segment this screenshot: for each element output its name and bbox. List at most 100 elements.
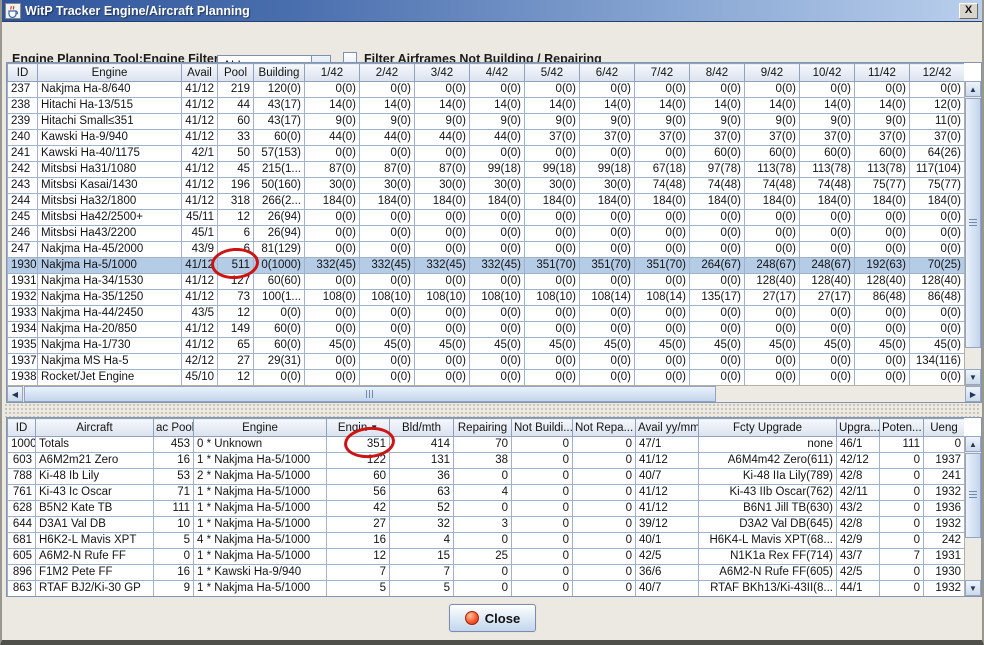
table-row-1000[interactable]: 1000 Totals 453 0 * Unknown 351 414 70 0 0 47/1 no… <box>7 436 964 453</box>
column-header-not-buildi[interactable]: Not Buildi... <box>511 418 573 437</box>
table-row-863[interactable]: 863 RTAF BJ2/Ki-30 GP 9 1 * Nakjma Ha-5/100… <box>7 580 964 596</box>
column-header-2-42[interactable]: 2/42 <box>359 63 415 82</box>
column-header-3-42[interactable]: 3/42 <box>414 63 470 82</box>
cell: 0(0) <box>414 305 470 322</box>
column-header-pool[interactable]: Pool <box>217 63 254 82</box>
column-header-1-42[interactable]: 1/42 <box>304 63 360 82</box>
engine-table-horizontal-scrollbar[interactable]: ◀ ▶ <box>7 385 981 402</box>
cell: 603 <box>7 452 36 469</box>
cell: 0(0) <box>414 81 470 98</box>
column-header-avail-yy-mm[interactable]: Avail yy/mm <box>635 418 699 437</box>
column-header-4-42[interactable]: 4/42 <box>469 63 525 82</box>
cell: 0(0) <box>253 305 305 322</box>
cell: 45(0) <box>579 337 635 354</box>
table-row-237[interactable]: 237 Nakjma Ha-8/640 41/12 219 120(0) 0(0) 0(0)… <box>7 81 964 98</box>
cell: 239 <box>7 113 38 130</box>
cell: 1 * Nakjma Ha-5/1000 <box>193 516 327 533</box>
cell: 0(0) <box>524 273 580 290</box>
column-header-engine[interactable]: Engine <box>37 63 182 82</box>
cell: 0 <box>511 452 573 469</box>
table-row-245[interactable]: 245 Mitsbsi Ha42/2500+ 45/11 12 26(94) 0(0) 0(… <box>7 209 964 226</box>
scroll-right-icon[interactable]: ▶ <box>965 386 981 402</box>
scroll-left-icon[interactable]: ◀ <box>7 386 23 402</box>
table-row-1930[interactable]: 1930 Nakjma Ha-5/1000 41/12 511 0(1000) 332(4… <box>7 257 964 274</box>
column-header-5-42[interactable]: 5/42 <box>524 63 580 82</box>
cell: Ki-48 IIa Lily(789) <box>698 468 837 485</box>
column-header-avail[interactable]: Avail <box>181 63 218 82</box>
column-header-11-42[interactable]: 11/42 <box>854 63 910 82</box>
table-row-238[interactable]: 238 Hitachi Ha-13/515 41/12 44 43(17) 14(0) 14… <box>7 97 964 114</box>
column-header-10-42[interactable]: 10/42 <box>799 63 855 82</box>
column-header-9-42[interactable]: 9/42 <box>744 63 800 82</box>
table-row-896[interactable]: 896 F1M2 Pete FF 16 1 * Kawski Ha-9/940 7 7 0 0… <box>7 564 964 581</box>
cell: 50(160) <box>253 177 305 194</box>
table-row-788[interactable]: 788 Ki-48 Ib Lily 53 2 * Nakjma Ha-5/1000 60… <box>7 468 964 485</box>
table-row-1932[interactable]: 1932 Nakjma Ha-35/1250 41/12 73 100(1... 108(… <box>7 289 964 306</box>
column-header-id[interactable]: ID <box>7 418 36 437</box>
cell: 0(0) <box>689 225 745 242</box>
cell: 71 <box>153 484 194 501</box>
table-row-1934[interactable]: 1934 Nakjma Ha-20/850 41/12 149 60(0) 0(0) 0(0… <box>7 321 964 338</box>
cell: 1931 <box>7 273 38 290</box>
cell: Nakjma Ha-20/850 <box>37 321 182 338</box>
table-row-1933[interactable]: 1933 Nakjma Ha-44/2450 43/5 12 0(0) 0(0) 0(0) 0… <box>7 305 964 322</box>
column-header-7-42[interactable]: 7/42 <box>634 63 690 82</box>
table-row-681[interactable]: 681 H6K2-L Mavis XPT 5 4 * Nakjma Ha-5/1000… <box>7 532 964 549</box>
column-header-engin[interactable]: Engin ▼ <box>326 418 390 437</box>
cell: 0(0) <box>359 273 415 290</box>
table-row-1931[interactable]: 1931 Nakjma Ha-34/1530 41/12 127 60(60) 0(0) 0… <box>7 273 964 290</box>
cell: B6N1 Jill TB(630) <box>698 500 837 517</box>
column-header-fcty-upgrade[interactable]: Fcty Upgrade <box>698 418 837 437</box>
cell: 0(0) <box>854 369 910 385</box>
cell: 0 <box>572 436 636 453</box>
cell: 16 <box>153 452 194 469</box>
table-row-644[interactable]: 644 D3A1 Val DB 10 1 * Nakjma Ha-5/1000 27 32… <box>7 516 964 533</box>
table-row-246[interactable]: 246 Mitsbsi Ha43/2200 45/1 6 26(94) 0(0) 0(0) 0… <box>7 225 964 242</box>
engine-hscroll-thumb[interactable] <box>24 386 716 402</box>
aircraft-vscroll-thumb[interactable] <box>965 453 981 538</box>
table-row-242[interactable]: 242 Mitsbsi Ha31/1080 41/12 45 215(1... 87(0)… <box>7 161 964 178</box>
cell: 242 <box>7 161 38 178</box>
column-header-6-42[interactable]: 6/42 <box>579 63 635 82</box>
column-header-poten[interactable]: Poten... <box>879 418 924 437</box>
table-row-605[interactable]: 605 A6M2-N Rufe FF 0 1 * Nakjma Ha-5/1000 12… <box>7 548 964 565</box>
aircraft-table-vertical-scrollbar[interactable]: ▲ ▼ <box>964 436 981 596</box>
engine-vscroll-thumb[interactable] <box>965 98 981 348</box>
table-row-243[interactable]: 243 Mitsbsi Kasai/1430 41/12 196 50(160) 30(0… <box>7 177 964 194</box>
table-row-1938[interactable]: 1938 Rocket/Jet Engine 45/10 12 0(0) 0(0) 0(0)… <box>7 369 964 385</box>
scroll-up-icon[interactable]: ▲ <box>965 81 981 97</box>
table-row-761[interactable]: 761 Ki-43 Ic Oscar 71 1 * Nakjma Ha-5/1000 5… <box>7 484 964 501</box>
close-button[interactable]: Close <box>449 604 536 632</box>
table-row-247[interactable]: 247 Nakjma Ha-45/2000 43/9 6 81(129) 0(0) 0(0)… <box>7 241 964 258</box>
table-row-244[interactable]: 244 Mitsbsi Ha32/1800 41/12 318 266(2... 184(… <box>7 193 964 210</box>
scroll-down-icon[interactable]: ▼ <box>965 580 981 596</box>
table-row-240[interactable]: 240 Kawski Ha-9/940 41/12 33 60(0) 44(0) 44(0)… <box>7 129 964 146</box>
table-row-1937[interactable]: 1937 Nakjma MS Ha-5 42/12 27 29(31) 0(0) 0(0) 0… <box>7 353 964 370</box>
window-close-button[interactable]: X <box>959 3 978 19</box>
scroll-up-icon[interactable]: ▲ <box>965 436 981 452</box>
table-row-628[interactable]: 628 B5N2 Kate TB 111 1 * Nakjma Ha-5/1000 42… <box>7 500 964 517</box>
column-header-aircraft[interactable]: Aircraft <box>35 418 154 437</box>
split-divider[interactable] <box>4 403 980 417</box>
column-header-id[interactable]: ID <box>7 63 38 82</box>
table-row-603[interactable]: 603 A6M2m21 Zero 16 1 * Nakjma Ha-5/1000 122… <box>7 452 964 469</box>
column-header-upgra[interactable]: Upgra... <box>836 418 880 437</box>
cell: 0(0) <box>359 225 415 242</box>
table-row-239[interactable]: 239 Hitachi Small≤351 41/12 60 43(17) 9(0) 9(0… <box>7 113 964 130</box>
scroll-down-icon[interactable]: ▼ <box>965 369 981 385</box>
cell: 1931 <box>923 548 964 565</box>
column-header-building[interactable]: Building <box>253 63 305 82</box>
column-header-bld-mth[interactable]: Bld/mth <box>389 418 454 437</box>
cell: 41/12 <box>181 337 218 354</box>
column-header-12-42[interactable]: 12/42 <box>909 63 964 82</box>
table-row-1935[interactable]: 1935 Nakjma Ha-1/730 41/12 65 60(0) 45(0) 45(0… <box>7 337 964 354</box>
column-header-ac-pool[interactable]: ac Pool <box>153 418 194 437</box>
column-header-engine[interactable]: Engine <box>193 418 327 437</box>
engine-table-vertical-scrollbar[interactable]: ▲ ▼ <box>964 81 981 385</box>
table-row-241[interactable]: 241 Kawski Ha-40/1175 42/1 50 57(153) 0(0) 0(0… <box>7 145 964 162</box>
cell: 32 <box>389 516 454 533</box>
column-header-ueng[interactable]: Ueng <box>923 418 964 437</box>
column-header-repairing[interactable]: Repairing <box>453 418 512 437</box>
column-header-8-42[interactable]: 8/42 <box>689 63 745 82</box>
column-header-not-repa[interactable]: Not Repa... <box>572 418 636 437</box>
